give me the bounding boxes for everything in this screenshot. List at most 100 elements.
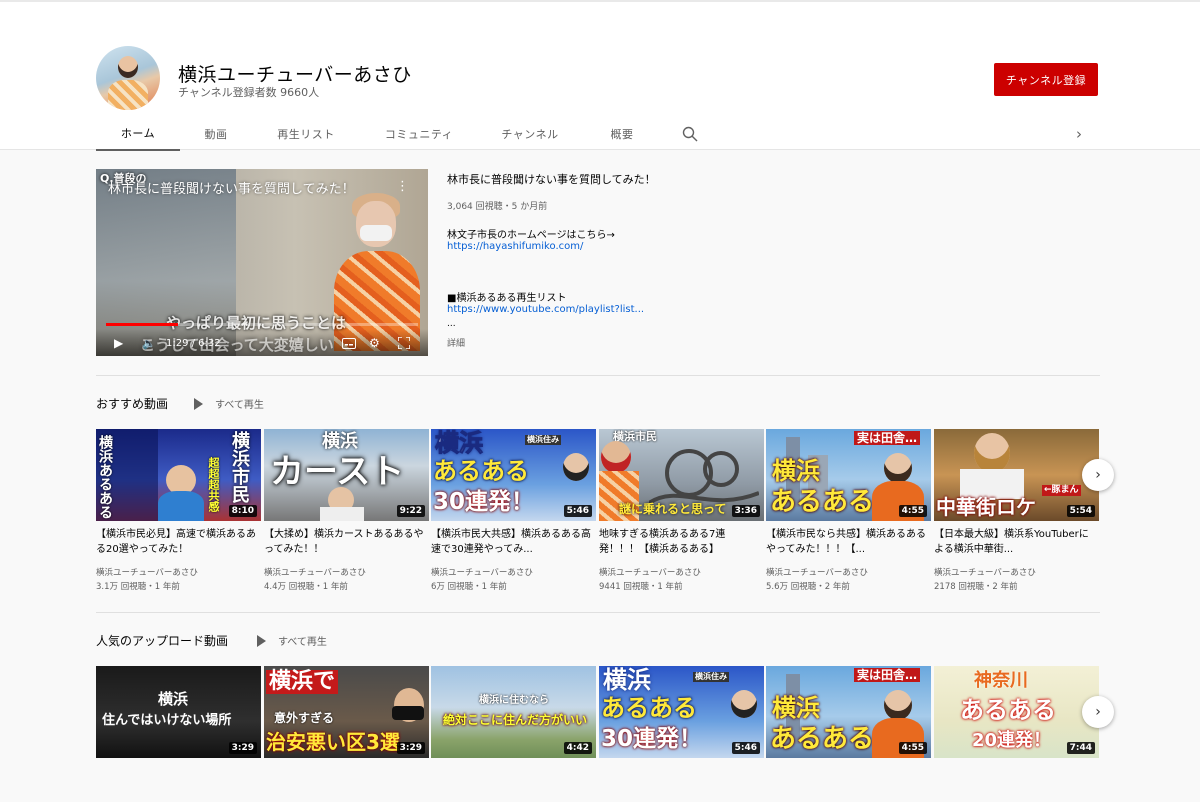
subscribe-button[interactable]: チャンネル登録 xyxy=(994,63,1098,96)
thumb-tag: 横浜住み xyxy=(525,435,561,445)
video-title[interactable]: 【大揉め】横浜カーストあるあるやってみた！！ xyxy=(264,527,424,557)
divider xyxy=(96,612,1100,613)
gear-icon[interactable]: ⚙ xyxy=(369,335,380,351)
video-channel[interactable]: 横浜ユーチューバーあさひ xyxy=(431,566,533,578)
video-channel[interactable]: 横浜ユーチューバーあさひ xyxy=(264,566,366,578)
channel-title: 横浜ユーチューバーあさひ xyxy=(178,64,412,86)
video-duration: 4:55 xyxy=(898,742,927,754)
tab-videos[interactable]: 動画 xyxy=(192,117,240,151)
thumb-text: 30連発！ xyxy=(601,726,703,752)
video-channel[interactable]: 横浜ユーチューバーあさひ xyxy=(96,566,198,578)
player-time: 1:29 / 6:32 xyxy=(166,337,221,349)
thumb-text: 30連発！ xyxy=(433,489,535,515)
video-duration: 7:44 xyxy=(1066,742,1095,754)
video-title[interactable]: 【日本最大級】横浜系YouTuberによる横浜中華街... xyxy=(934,527,1094,557)
play-all-button-1[interactable]: すべて再生 xyxy=(194,396,264,411)
play-icon xyxy=(257,634,266,647)
tab-home[interactable]: ホーム xyxy=(96,117,180,151)
video-channel[interactable]: 横浜ユーチューバーあさひ xyxy=(934,566,1036,578)
video-duration: 4:42 xyxy=(563,742,592,754)
thumb-text: 横浜に住むなら xyxy=(479,695,549,706)
subtitles-icon[interactable] xyxy=(342,335,356,351)
thumb-text: 実は田舎… xyxy=(854,431,921,445)
shelf-title-popular: 人気のアップロード動画 xyxy=(96,634,229,648)
video-duration: 3:29 xyxy=(228,742,257,754)
thumb-text: 住んではいけない場所 xyxy=(102,713,232,728)
thumb-text: あるある xyxy=(601,694,697,722)
video-meta: 2178 回視聴・2 年前 xyxy=(934,582,1018,592)
thumb-text: 意外すぎる xyxy=(274,711,335,725)
chevron-right-icon[interactable]: › xyxy=(1070,125,1088,143)
fullscreen-icon[interactable] xyxy=(398,335,410,351)
video-meta: 9441 回視聴・1 年前 xyxy=(599,582,683,592)
video-duration: 4:55 xyxy=(898,505,927,517)
thumb-text: 横浜あるある xyxy=(97,435,113,519)
video-meta: 6万 回視聴・1 年前 xyxy=(431,582,507,592)
thumb-text: 横浜で xyxy=(266,670,339,694)
video-meta: 4.4万 回視聴・1 年前 xyxy=(264,582,348,592)
volume-icon[interactable]: 🔈 xyxy=(142,335,156,351)
shelf-next-button[interactable]: › xyxy=(1082,459,1114,491)
more-vert-icon[interactable]: ⋮ xyxy=(396,179,409,194)
featured-more-link[interactable]: 詳細 xyxy=(447,336,465,349)
featured-desc-2: ■横浜あるある再生リスト xyxy=(447,293,567,304)
shelf-title-recommended: おすすめ動画 xyxy=(96,397,169,411)
thumb-text: 横浜 xyxy=(322,431,358,452)
thumb-text: 中華街ロケ xyxy=(936,495,1036,519)
player-overlay-title[interactable]: 林市長に普段聞けない事を質問してみた！ xyxy=(108,178,355,197)
thumb-text: 実は田舎… xyxy=(854,668,921,682)
thumb-text: 横浜 xyxy=(435,429,484,457)
video-duration: 5:54 xyxy=(1066,505,1095,517)
channel-header: 横浜ユーチューバーあさひ チャンネル登録者数 9660人 チャンネル登録 ホーム… xyxy=(0,2,1200,151)
tab-channels[interactable]: チャンネル xyxy=(494,117,566,151)
search-icon[interactable] xyxy=(682,126,698,142)
subscriber-count: チャンネル登録者数 9660人 xyxy=(178,86,320,99)
thumb-text: あるある xyxy=(960,696,1056,724)
video-channel[interactable]: 横浜ユーチューバーあさひ xyxy=(766,566,868,578)
thumb-text: 絶対ここに住んだ方がいい xyxy=(443,713,588,727)
play-icon xyxy=(194,397,203,410)
thumb-text: あるある xyxy=(770,487,875,517)
channel-avatar[interactable] xyxy=(96,46,160,110)
featured-ellipsis: ... xyxy=(447,319,456,329)
play-icon[interactable]: ▶ xyxy=(114,335,123,351)
tab-about[interactable]: 概要 xyxy=(598,117,646,151)
featured-title[interactable]: 林市長に普段聞けない事を質問してみた！ xyxy=(447,171,656,187)
divider xyxy=(96,375,1100,376)
thumb-tag: ←豚まん xyxy=(1042,485,1081,496)
play-all-button-2[interactable]: すべて再生 xyxy=(257,633,327,648)
video-meta: 3.1万 回視聴・1 年前 xyxy=(96,582,180,592)
channel-tabs: ホーム 動画 再生リスト コミュニティ チャンネル 概要 › xyxy=(96,117,1106,151)
thumb-text: 20連発！ xyxy=(972,730,1052,751)
featured-meta: 3,064 回視聴・5 か月前 xyxy=(447,202,548,212)
thumb-text: 横浜 xyxy=(772,694,820,722)
thumb-text: あるある xyxy=(433,457,529,485)
thumb-text: 横浜 xyxy=(158,690,189,708)
video-meta: 5.6万 回視聴・2 年前 xyxy=(766,582,850,592)
featured-video-player[interactable]: Q.普段の 林市長に普段聞けない事を質問してみた！ ⋮ やっぱり最初に思うことは… xyxy=(96,169,428,356)
video-title[interactable]: 地味すぎる横浜あるある7連発！！！【横浜あるある】 xyxy=(599,527,759,557)
thumb-text: カースト xyxy=(270,452,405,492)
thumb-text: 横浜市民 xyxy=(229,431,250,503)
featured-link-2[interactable]: https://www.youtube.com/playlist?list... xyxy=(447,304,644,315)
thumb-text: 横浜 xyxy=(603,666,651,694)
thumb-text: 謎に乗れると思って xyxy=(619,502,727,516)
tab-community[interactable]: コミュニティ xyxy=(374,117,464,151)
shelf-next-button[interactable]: › xyxy=(1082,696,1114,728)
tab-playlists[interactable]: 再生リスト xyxy=(266,117,346,151)
featured-desc-1: 林文子市長のホームページはこちら→ xyxy=(447,230,615,241)
video-channel[interactable]: 横浜ユーチューバーあさひ xyxy=(599,566,701,578)
thumb-text: 神奈川 xyxy=(974,670,1028,691)
thumb-text: 超超超共感 xyxy=(207,457,220,512)
play-all-label: すべて再生 xyxy=(215,400,264,411)
video-duration: 5:46 xyxy=(563,505,592,517)
chevron-right-icon: › xyxy=(1095,704,1101,720)
player-progress-bar[interactable] xyxy=(106,323,418,326)
featured-link-1[interactable]: https://hayashifumiko.com/ xyxy=(447,241,583,252)
video-title[interactable]: 【横浜市民必見】高速で横浜あるある20選やってみた！ xyxy=(96,527,256,557)
video-duration: 5:46 xyxy=(731,742,760,754)
video-title[interactable]: 【横浜市民大共感】横浜あるある高速で30連発やってみ... xyxy=(431,527,591,557)
video-title[interactable]: 【横浜市民なら共感】横浜あるあるやってみた！！！【... xyxy=(766,527,926,557)
thumb-tag: 横浜住み xyxy=(693,672,729,682)
thumb-text: 治安悪い区3選 xyxy=(266,730,400,754)
